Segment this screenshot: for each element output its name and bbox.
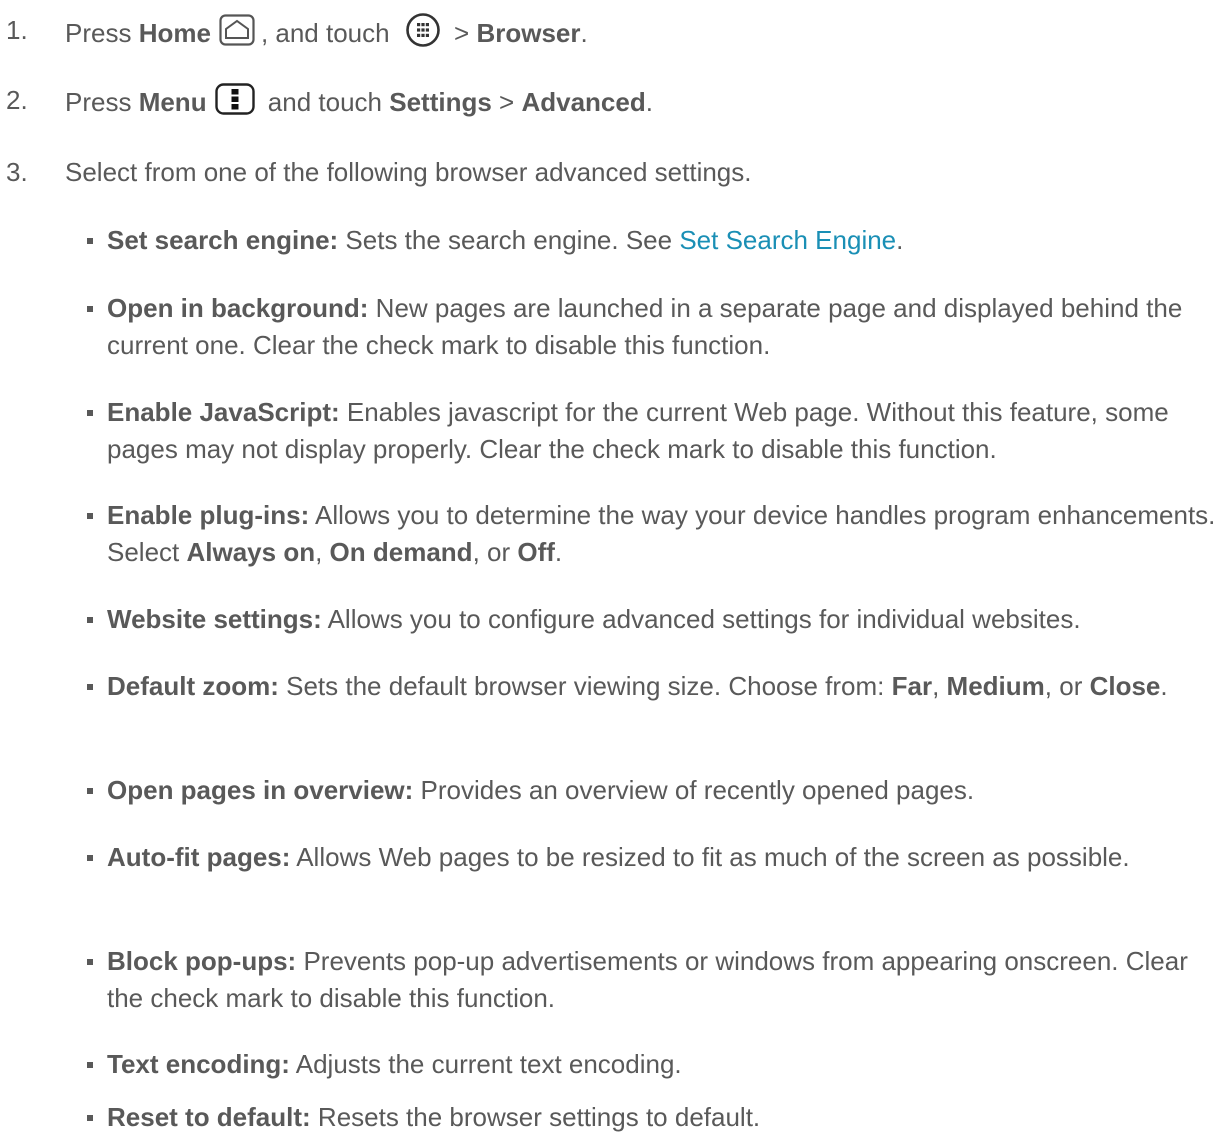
- bullet-marker: [87, 306, 93, 312]
- item-desc: ,: [315, 537, 330, 567]
- browser-label: Browser: [476, 17, 581, 48]
- instruction-page: 1. Press Home, and touch > Browser. 2. P…: [0, 0, 1227, 1140]
- step-number: 2.: [6, 85, 28, 115]
- list-item-text: Text encoding: Adjusts the current text …: [107, 1046, 1222, 1083]
- item-desc: Provides an overview of recently opened …: [413, 775, 975, 805]
- bullet-marker: [87, 959, 93, 965]
- list-item-text: Default zoom: Sets the default browser v…: [107, 668, 1222, 705]
- list-item-text: Auto-fit pages: Allows Web pages to be r…: [107, 839, 1222, 876]
- step-text-part: and touch: [260, 86, 390, 117]
- bullet-marker: [87, 855, 93, 861]
- list-item-text: Open pages in overview: Provides an over…: [107, 772, 1222, 809]
- item-desc: Sets the default browser viewing size. C…: [278, 671, 892, 701]
- list-item-text: Website settings: Allows you to configur…: [107, 601, 1222, 638]
- advanced-label: Advanced: [521, 86, 646, 117]
- step-text-part: Press: [65, 17, 139, 48]
- bullet-marker: [87, 1115, 93, 1121]
- item-desc: , or: [1044, 671, 1090, 701]
- item-term: Auto-fit pages:: [107, 842, 291, 872]
- all-apps-icon: [405, 13, 441, 53]
- home-label: Home: [138, 17, 211, 48]
- item-desc: .: [1160, 671, 1168, 701]
- item-desc: Sets the search engine. See: [338, 225, 680, 255]
- item-desc: Adjusts the current text encoding.: [289, 1049, 682, 1079]
- item-term: Block pop-ups:: [107, 946, 297, 976]
- option-always-on: Always on: [186, 537, 316, 567]
- item-term: Enable plug-ins:: [107, 500, 310, 530]
- item-term: Set search engine:: [107, 225, 339, 255]
- item-term: Text encoding:: [107, 1049, 290, 1079]
- step-text: Press Menu and touch Settings > Advanced…: [65, 83, 653, 123]
- item-desc: Allows you to configure advanced setting…: [321, 604, 1081, 634]
- option-far: Far: [891, 671, 933, 701]
- list-item-text: Reset to default: Resets the browser set…: [107, 1099, 1222, 1136]
- settings-label: Settings: [389, 86, 492, 117]
- step-text-part: >: [491, 86, 522, 117]
- menu-label: Menu: [138, 86, 207, 117]
- bullet-marker: [87, 410, 93, 416]
- step-text-part: Press: [65, 86, 139, 117]
- list-item-text: Enable plug-ins: Allows you to determine…: [107, 497, 1222, 571]
- list-item-text: Enable JavaScript: Enables javascript fo…: [107, 394, 1222, 468]
- item-term: Enable JavaScript:: [107, 397, 340, 427]
- bullet-marker: [87, 238, 93, 244]
- item-term: Default zoom:: [107, 671, 279, 701]
- home-key-icon: [219, 14, 255, 52]
- bullet-marker: [87, 1062, 93, 1068]
- list-item-text: Set search engine: Sets the search engin…: [107, 222, 1222, 259]
- item-term: Website settings:: [107, 604, 322, 634]
- bullet-marker: [87, 617, 93, 623]
- step-text-part: .: [580, 17, 588, 48]
- menu-key-icon: [214, 83, 255, 121]
- step-number: 3.: [6, 157, 28, 187]
- bullet-marker: [87, 513, 93, 519]
- item-desc: Allows Web pages to be resized to fit as…: [290, 842, 1130, 872]
- step-text: Select from one of the following browser…: [65, 157, 752, 187]
- option-on-demand: On demand: [329, 537, 473, 567]
- step-number: 1.: [6, 15, 28, 45]
- bullet-marker: [87, 788, 93, 794]
- item-term: Open in background:: [107, 293, 369, 323]
- set-search-engine-link[interactable]: Set Search Engine: [679, 225, 896, 255]
- option-off: Off: [517, 537, 555, 567]
- step-text-part: >: [446, 17, 477, 48]
- item-desc: , or: [472, 537, 518, 567]
- step-text: Press Home , and touch > Browser.: [65, 13, 588, 55]
- list-item-text: Open in background: New pages are launch…: [107, 290, 1222, 364]
- option-medium: Medium: [946, 671, 1045, 701]
- step-text-part: , and touch: [260, 17, 397, 48]
- bullet-marker: [87, 684, 93, 690]
- item-term: Reset to default:: [107, 1102, 311, 1132]
- step-text-part: .: [645, 86, 653, 117]
- list-item-text: Block pop-ups: Prevents pop-up advertise…: [107, 943, 1222, 1017]
- item-desc: ,: [932, 671, 947, 701]
- item-desc: .: [554, 537, 563, 567]
- item-desc: .: [896, 225, 904, 255]
- item-desc: Resets the browser settings to default.: [310, 1102, 761, 1132]
- item-term: Open pages in overview:: [107, 775, 414, 805]
- option-close: Close: [1089, 671, 1161, 701]
